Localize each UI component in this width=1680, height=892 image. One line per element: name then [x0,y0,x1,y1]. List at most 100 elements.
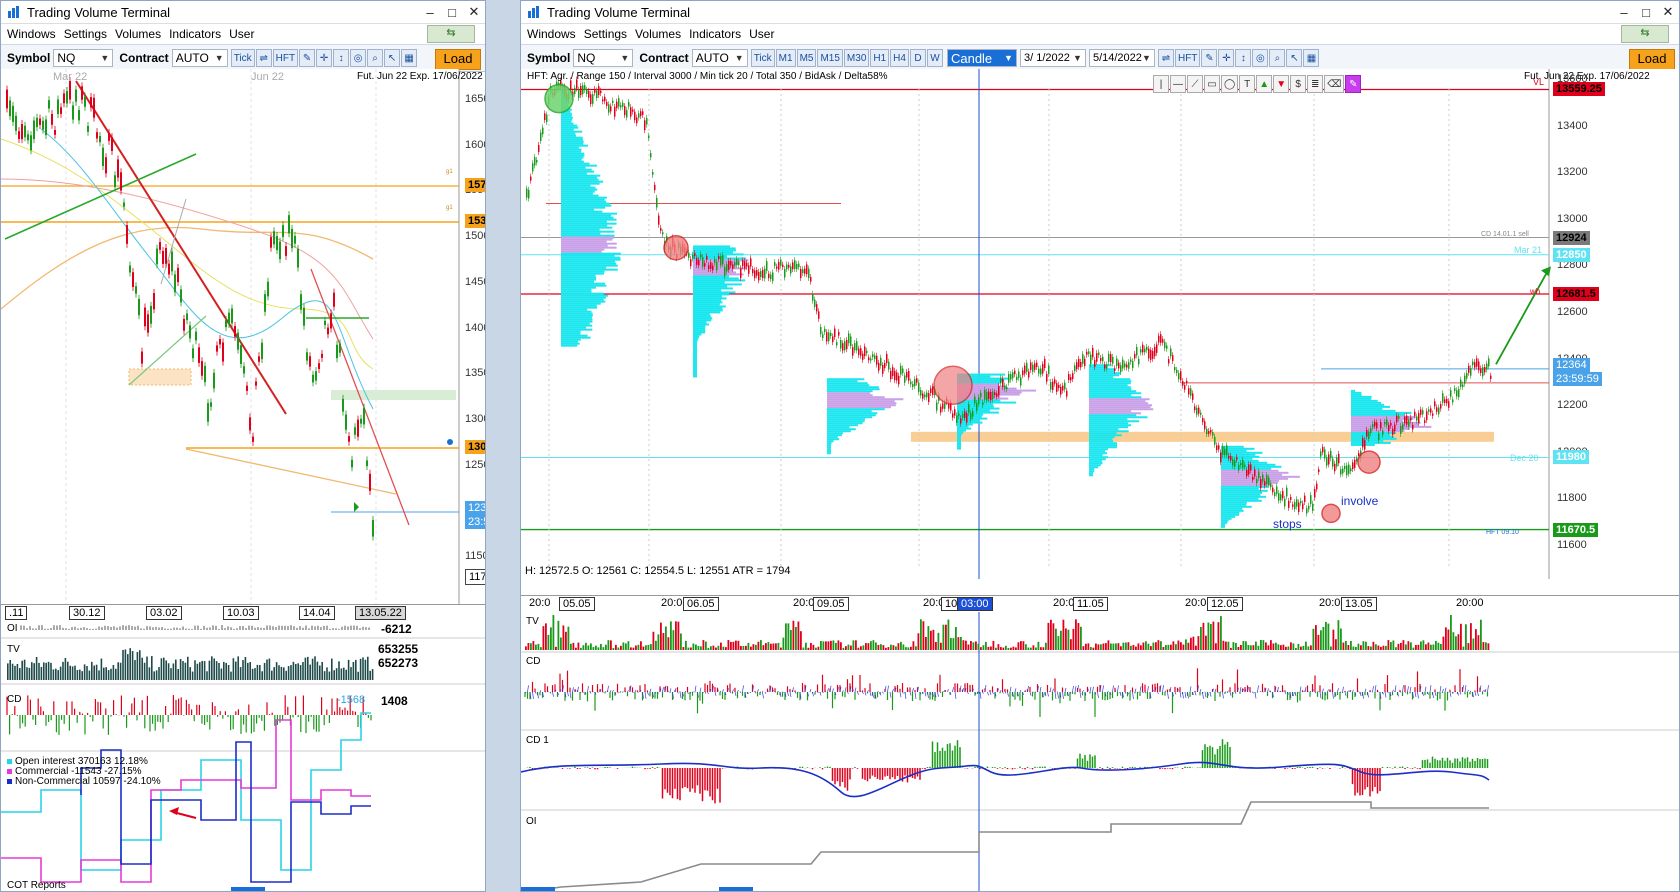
timeframe-h1[interactable]: H1 [870,49,890,67]
timeframe-d[interactable]: D [909,49,926,67]
pen-icon[interactable]: ✎ [1201,49,1218,67]
left-price-chart[interactable]: g1 g1 Mar 22 Jun 22 Fut. Jun 22 Exp. 17/0… [1,69,485,604]
menu-volumes[interactable]: Volumes [635,27,681,41]
ellipse-icon[interactable]: ◯ [1221,75,1239,93]
menu-volumes[interactable]: Volumes [115,27,161,41]
price-label-icon[interactable]: $ [1290,75,1307,93]
grid-icon[interactable]: ▦ [1303,49,1320,67]
target-icon[interactable]: ◎ [350,49,367,67]
tick-button[interactable]: Tick [230,49,255,67]
color-picker-icon[interactable]: ✎ [1345,75,1362,93]
volume-bar [1205,635,1207,650]
candle-body [132,272,134,288]
move-icon[interactable]: ↕ [1235,49,1252,67]
symbol-select[interactable]: NQ ▼ [573,49,634,67]
volume-bar [160,658,163,680]
menu-windows[interactable]: Windows [527,27,576,41]
volume-bar [1365,641,1367,650]
candle-body [249,417,251,431]
right-price-chart[interactable]: HFT: Agr. / Range 150 / Interval 3000 / … [521,69,1679,579]
pen-icon[interactable]: ✎ [299,49,316,67]
timeframe-h4[interactable]: H4 [890,49,909,67]
date-from-value: 3/ 1/2022 [1023,52,1070,64]
crosshair-icon[interactable]: ✛ [316,49,333,67]
arrow-up-icon[interactable]: ▲ [1256,75,1273,93]
volume-bar [842,647,845,650]
horizontal-line-icon[interactable]: — [1170,75,1186,93]
date-from-picker[interactable]: 3/ 1/2022 ▼ [1019,49,1086,67]
menu-indicators[interactable]: Indicators [169,27,221,41]
menu-indicators[interactable]: Indicators [689,27,741,41]
menu-user[interactable]: User [749,27,774,41]
candle-body [204,365,206,383]
maximize-icon[interactable]: □ [441,5,463,20]
menu-user[interactable]: User [229,27,254,41]
fibonacci-icon[interactable]: ≣ [1307,75,1324,93]
date-tick: 30.12 [69,606,105,620]
panel-tab[interactable] [231,887,265,891]
restore-layout-icon[interactable]: ⇆ [427,25,475,43]
restore-layout-icon[interactable]: ⇆ [1621,25,1669,43]
hft-button[interactable]: HFT [272,49,299,67]
volume-profile-bar [561,154,585,157]
zoom-icon[interactable]: ⌕ [367,49,384,67]
panel-tab[interactable] [521,887,555,891]
menu-windows[interactable]: Windows [7,27,56,41]
volume-bar [827,641,830,650]
load-button[interactable]: Load [1629,49,1675,70]
timeframe-m1[interactable]: M1 [775,49,796,67]
volume-bar [199,662,201,680]
minimize-icon[interactable]: – [419,5,441,20]
contract-select[interactable]: AUTO ▼ [171,49,228,67]
target-icon[interactable]: ◎ [1252,49,1269,67]
candle-body [1434,401,1436,407]
cursor-icon[interactable]: ↖ [1286,49,1303,67]
timeframe-w[interactable]: W [926,49,943,67]
candle-body [120,172,122,191]
timeframe-m30[interactable]: M30 [843,49,870,67]
volume-bar [1075,619,1077,650]
link-icon[interactable]: ⇌ [1157,49,1174,67]
symbol-select[interactable]: NQ ▼ [53,49,114,67]
hft-button[interactable]: HFT [1174,49,1201,67]
close-icon[interactable]: ✕ [1657,4,1679,20]
candle-body [267,281,269,297]
grid-icon[interactable]: ▦ [401,49,418,67]
timeframe-m15[interactable]: M15 [817,49,843,67]
menu-settings[interactable]: Settings [584,27,627,41]
close-icon[interactable]: ✕ [463,4,485,20]
trend-line-icon[interactable]: ⟋ [1187,75,1203,93]
candle-body [1092,347,1094,358]
volume-profile-bar [827,452,831,455]
timeframe-m5[interactable]: M5 [796,49,817,67]
candle-body [742,260,744,267]
volume-profile-bar [1089,468,1095,471]
rectangle-icon[interactable]: ▭ [1204,75,1220,93]
contract-select[interactable]: AUTO ▼ [691,49,748,67]
link-icon[interactable]: ⇌ [255,49,272,67]
load-button[interactable]: Load [435,49,481,70]
cursor-icon[interactable]: ↖ [384,49,401,67]
volume-bar [657,634,660,650]
move-icon[interactable]: ↕ [333,49,350,67]
volume-bar [175,659,177,680]
zoom-icon[interactable]: ⌕ [1269,49,1286,67]
date-to-picker[interactable]: 5/14/2022 ▼ [1088,49,1155,67]
panel-tab[interactable] [719,887,753,891]
volume-bar [595,645,597,650]
minimize-icon[interactable]: – [1613,5,1635,20]
vertical-line-icon[interactable]: | [1153,75,1169,93]
candle-body [1096,353,1098,362]
eraser-icon[interactable]: ⌫ [1324,75,1345,93]
menu-settings[interactable]: Settings [64,27,107,41]
maximize-icon[interactable]: □ [1635,5,1657,20]
chart-type-select[interactable]: Candle ▼ [946,49,1017,67]
volume-bar [790,630,792,650]
volume-bar [311,658,314,680]
crosshair-icon[interactable]: ✛ [1218,49,1235,67]
candle-body [294,235,296,244]
timeframe-tick[interactable]: Tick [750,49,775,67]
arrow-down-icon[interactable]: ▼ [1273,75,1290,93]
text-icon[interactable]: T [1239,75,1256,93]
volume-profile-bar [693,335,700,338]
